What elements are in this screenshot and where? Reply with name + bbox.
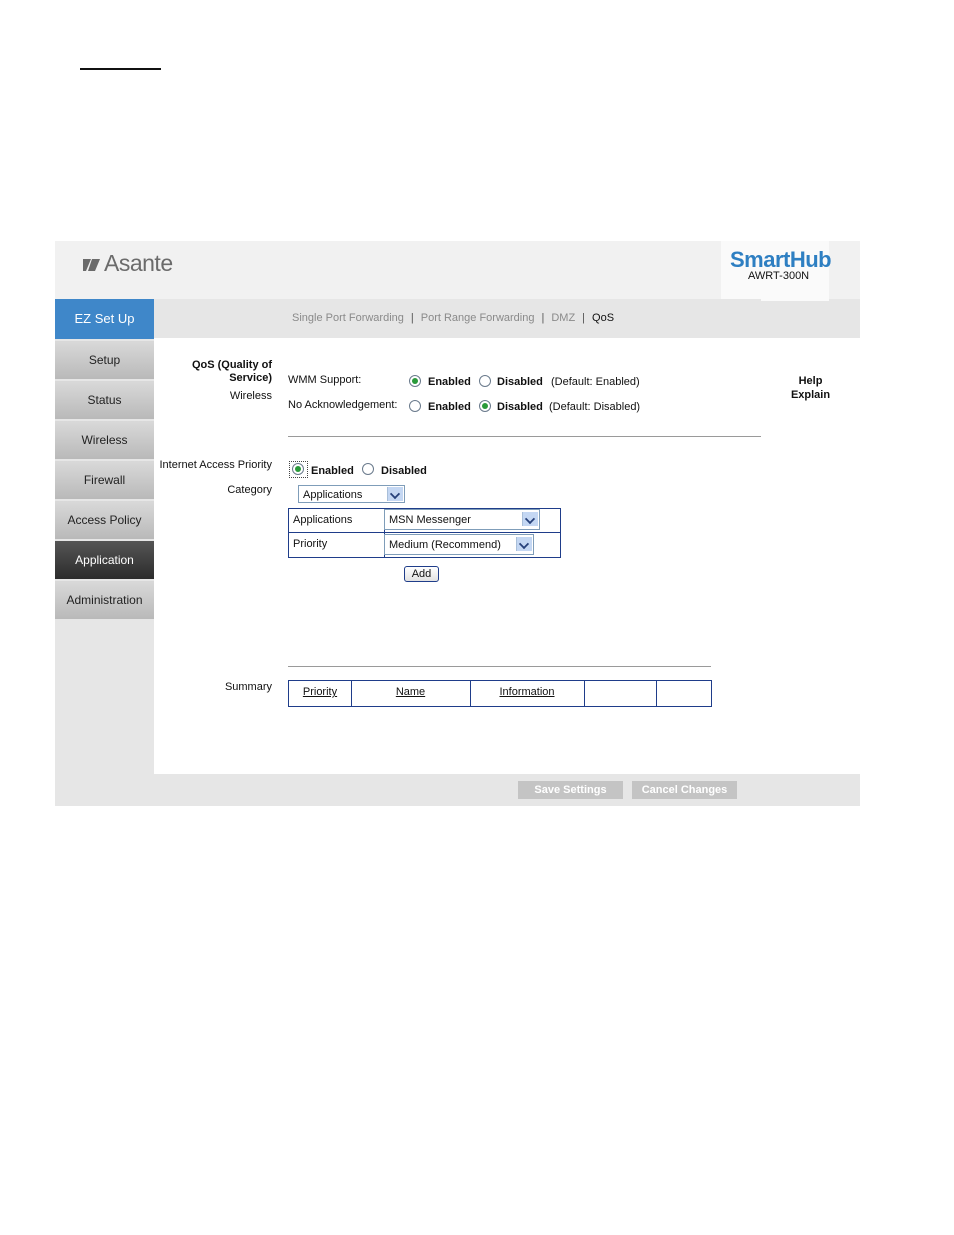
cancel-changes-button[interactable]: Cancel Changes xyxy=(632,781,737,799)
header-bar: Asante SmartHub AWRT-300N xyxy=(55,241,860,301)
category-label: Category xyxy=(227,484,272,496)
wmm-support-label: WMM Support: xyxy=(288,374,362,386)
category-select-value: Applications xyxy=(303,489,363,501)
nav-separator: | xyxy=(410,312,414,324)
help-panel: Help Explain xyxy=(761,338,860,774)
nav-separator: | xyxy=(541,312,545,324)
summary-header-information[interactable]: Information xyxy=(470,686,584,698)
no-ack-label: No Acknowledgement: xyxy=(288,399,398,411)
no-ack-default-note: (Default: Disabled) xyxy=(549,401,641,413)
nav-single-port-forwarding[interactable]: Single Port Forwarding xyxy=(292,312,404,324)
nav-port-range-forwarding[interactable]: Port Range Forwarding xyxy=(421,312,535,324)
sub-navigation: Single Port Forwarding | Port Range Forwar… xyxy=(154,299,761,338)
table-divider xyxy=(656,681,657,706)
sidebar-item-firewall[interactable]: Firewall xyxy=(55,461,154,499)
smarthub-logo: SmartHub AWRT-300N xyxy=(721,241,832,301)
internet-access-priority-label: Internet Access Priority xyxy=(159,459,273,471)
priority-row-label: Priority xyxy=(293,538,328,550)
model-number: AWRT-300N xyxy=(748,270,810,282)
summary-divider xyxy=(288,666,711,667)
help-explain-link[interactable]: Explain xyxy=(761,388,860,402)
qos-section-title: QoS (Quality of Service) xyxy=(168,359,272,385)
chevron-down-icon xyxy=(516,537,532,551)
sidebar-item-ez-setup[interactable]: EZ Set Up xyxy=(55,299,154,339)
iap-enabled-radio[interactable] xyxy=(292,463,304,475)
section-divider xyxy=(288,436,761,437)
sidebar-item-application[interactable]: Application xyxy=(55,541,154,579)
summary-label: Summary xyxy=(224,681,272,693)
wmm-disabled-label: Disabled xyxy=(497,376,543,388)
sidebar-item-setup[interactable]: Setup xyxy=(55,341,154,379)
sidebar-item-status[interactable]: Status xyxy=(55,381,154,419)
no-ack-enabled-label: Enabled xyxy=(428,401,471,413)
add-button[interactable]: Add xyxy=(404,566,439,582)
category-select[interactable]: Applications xyxy=(298,485,405,503)
no-ack-disabled-radio[interactable] xyxy=(479,400,491,412)
applications-row-label: Applications xyxy=(293,514,353,526)
summary-header-priority[interactable]: Priority xyxy=(289,686,351,698)
router-admin-frame: Asante SmartHub AWRT-300N Single Port Fo… xyxy=(55,241,860,806)
wmm-disabled-radio[interactable] xyxy=(479,375,491,387)
asante-logo: Asante xyxy=(83,250,173,277)
page-top-rule xyxy=(80,68,161,70)
priority-select[interactable]: Medium (Recommend) xyxy=(384,534,534,555)
summary-header-name[interactable]: Name xyxy=(351,686,470,698)
no-ack-enabled-radio[interactable] xyxy=(409,400,421,412)
applications-select-value: MSN Messenger xyxy=(389,514,471,526)
wireless-label: Wireless xyxy=(229,390,272,402)
table-divider xyxy=(289,532,560,533)
sidebar-item-administration[interactable]: Administration xyxy=(55,581,154,619)
applications-select[interactable]: MSN Messenger xyxy=(384,509,540,530)
iap-disabled-label: Disabled xyxy=(381,465,427,477)
chevron-down-icon xyxy=(387,487,403,501)
main-content: QoS (Quality of Service) Wireless WMM Su… xyxy=(154,338,761,774)
nav-separator: | xyxy=(582,312,586,324)
sidebar-item-wireless[interactable]: Wireless xyxy=(55,421,154,459)
save-settings-button[interactable]: Save Settings xyxy=(518,781,623,799)
priority-select-value: Medium (Recommend) xyxy=(389,539,501,551)
wmm-enabled-radio[interactable] xyxy=(409,375,421,387)
asante-logo-icon xyxy=(83,252,101,271)
chevron-down-icon xyxy=(522,512,538,526)
iap-enabled-label: Enabled xyxy=(311,465,354,477)
qos-title-line2: Service) xyxy=(229,372,272,384)
sidebar: EZ Set Up Setup Status Wireless Firewall… xyxy=(55,299,154,621)
qos-title-line1: QoS (Quality of xyxy=(191,359,272,371)
wmm-default-note: (Default: Enabled) xyxy=(551,376,640,388)
nav-qos[interactable]: QoS xyxy=(592,312,614,324)
help-title: Help xyxy=(798,375,823,387)
iap-disabled-radio[interactable] xyxy=(362,463,374,475)
wmm-enabled-label: Enabled xyxy=(428,376,471,388)
sidebar-item-access-policy[interactable]: Access Policy xyxy=(55,501,154,539)
summary-table: Priority Name Information xyxy=(288,680,712,707)
no-ack-disabled-label: Disabled xyxy=(497,401,543,413)
table-divider xyxy=(584,681,585,706)
nav-dmz[interactable]: DMZ xyxy=(551,312,575,324)
asante-logo-text: Asante xyxy=(104,250,173,276)
